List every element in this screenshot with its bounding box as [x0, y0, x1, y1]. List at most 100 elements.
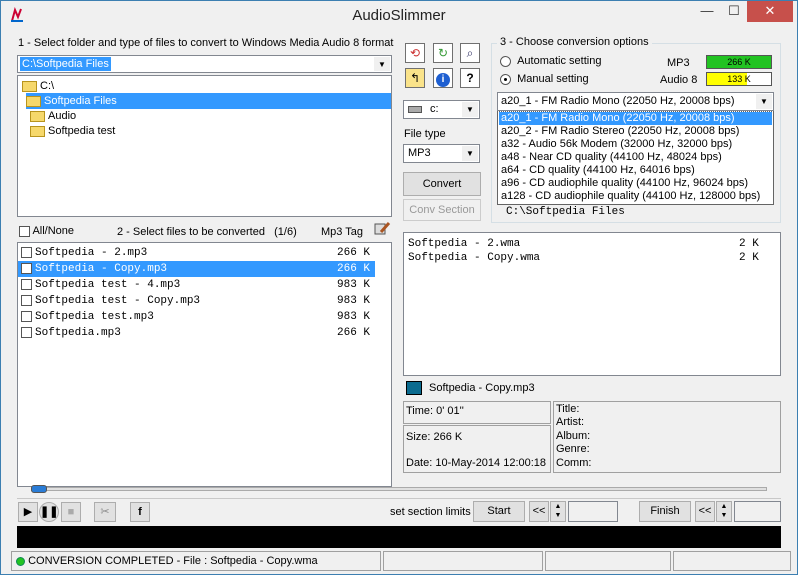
file-size: 983 K — [337, 279, 371, 291]
drive-icon — [408, 106, 422, 113]
dropdown-option[interactable]: a20_1 - FM Radio Mono (22050 Hz, 20008 b… — [498, 111, 773, 126]
window-title: AudioSlimmer — [352, 7, 446, 24]
finish-spinner[interactable]: ▲ ▼ — [716, 501, 732, 522]
help-icon[interactable]: ? — [460, 68, 480, 88]
finish-time-field[interactable] — [734, 501, 781, 522]
tag-comm-label: Comm: — [556, 457, 592, 469]
convert-button[interactable]: Convert — [403, 172, 481, 196]
status-panel-3 — [545, 551, 671, 571]
output-path: C:\Softpedia Files — [506, 206, 625, 218]
manual-label: Manual setting — [517, 73, 589, 85]
pause-button[interactable]: ❚❚ — [39, 502, 59, 522]
status-panel-main: CONVERSION COMPLETED - File : Softpedia … — [11, 551, 381, 571]
file-type-select[interactable]: MP3 ▼ — [403, 144, 480, 163]
dropdown-option[interactable]: a64 - CD quality (44100 Hz, 64016 bps) — [499, 164, 695, 177]
set-section-label: set section limits — [390, 506, 471, 518]
folder-open-icon — [22, 80, 37, 92]
folder-path-select[interactable]: C:\Softpedia Files ▼ — [17, 55, 392, 73]
refresh-icon[interactable]: ⟲ — [405, 43, 425, 63]
tag-album-label: Album: — [556, 430, 591, 442]
output-file-name: Softpedia - 2.wma — [408, 238, 521, 250]
drive-select[interactable]: c: ▼ — [403, 100, 480, 119]
checkbox-icon[interactable] — [21, 278, 32, 290]
checkbox-icon[interactable] — [21, 326, 32, 338]
start-spinner[interactable]: ▲ ▼ — [550, 501, 566, 522]
info-icon[interactable]: i — [433, 68, 453, 88]
dropdown-option[interactable]: a32 - Audio 56k Modem (32000 Hz, 32000 b… — [499, 138, 732, 151]
tag-edit-icon[interactable] — [373, 220, 391, 238]
folder-open-icon — [26, 95, 41, 107]
conv-section-button[interactable]: Conv Section — [403, 199, 481, 221]
close-button[interactable]: ✕ — [747, 1, 793, 22]
file-type-value: MP3 — [408, 147, 431, 159]
conversion-profile-dropdown[interactable]: a20_1 - FM Radio Mono (22050 Hz, 20008 b… — [497, 111, 774, 205]
folder-up-icon[interactable]: ↰ — [405, 68, 425, 88]
folder-tree[interactable]: C:\ Softpedia Files Audio Softpedia test — [17, 75, 392, 217]
audio8-size-bar: 133 K — [706, 72, 772, 86]
section1-label: 1 - Select folder and type of files to c… — [18, 37, 394, 49]
mp3-size-label: MP3 — [667, 57, 690, 69]
output-file-list[interactable]: Softpedia - 2.wma 2 K Softpedia - Copy.wm… — [403, 232, 781, 376]
search-icon[interactable]: ⌕ — [460, 43, 480, 63]
file-row[interactable]: Softpedia test - Copy.mp3 983 K — [18, 293, 391, 309]
status-panel-4 — [673, 551, 791, 571]
seek-track[interactable] — [31, 487, 767, 491]
tree-item-root[interactable]: C:\ — [22, 78, 54, 94]
start-button[interactable]: Start — [473, 501, 525, 522]
checkbox-icon[interactable] — [21, 310, 32, 322]
checkbox-icon[interactable] — [21, 294, 32, 306]
play-button[interactable]: ▶ — [18, 502, 38, 522]
manual-setting-radio[interactable]: Manual setting — [500, 73, 589, 85]
checkbox-icon — [19, 225, 30, 237]
file-size: 266 K — [337, 327, 371, 339]
file-type-label: File type — [404, 128, 446, 140]
info-time: Time: 0' 01'' — [406, 405, 464, 417]
start-rewind-button[interactable]: << — [529, 501, 549, 522]
checkbox-icon[interactable] — [21, 262, 32, 274]
finish-button[interactable]: Finish — [639, 501, 691, 522]
status-led-icon — [16, 556, 25, 566]
finish-rewind-button[interactable]: << — [695, 501, 715, 522]
file-row[interactable]: Softpedia.mp3 266 K — [18, 325, 391, 341]
all-none-label: All/None — [32, 225, 75, 237]
dropdown-option[interactable]: a20_2 - FM Radio Stereo (22050 Hz, 20008… — [499, 125, 739, 138]
file-row-selected[interactable]: Softpedia - Copy.mp3 266 K — [18, 261, 375, 277]
file-list[interactable]: Softpedia - 2.mp3 266 K Softpedia - Copy.… — [17, 242, 392, 487]
start-time-field[interactable] — [568, 501, 618, 522]
tree-item-label: Softpedia Files — [44, 95, 117, 107]
chevron-down-icon[interactable]: ▼ — [462, 102, 478, 117]
tree-item-softpedia-test[interactable]: Softpedia test — [30, 123, 115, 139]
tag-title-label: Title: — [556, 403, 580, 415]
conversion-profile-select[interactable]: a20_1 - FM Radio Mono (22050 Hz, 20008 b… — [497, 92, 774, 111]
tag-info-box: Title: Artist: Album: Genre: Comm: — [553, 401, 781, 473]
output-file-row[interactable]: Softpedia - Copy.wma 2 K — [408, 250, 768, 266]
dropdown-option[interactable]: a48 - Near CD quality (44100 Hz, 48024 b… — [499, 151, 722, 164]
file-row[interactable]: Softpedia - 2.mp3 266 K — [18, 245, 391, 261]
dropdown-option[interactable]: a128 - CD audiophile quality (44100 Hz, … — [499, 190, 760, 203]
visualizer-display — [17, 526, 781, 548]
title-bar: AudioSlimmer — ☐ ✕ — [1, 1, 797, 31]
tree-item-softpedia-files[interactable]: Softpedia Files — [26, 93, 391, 109]
cut-icon[interactable]: ✂ — [94, 502, 116, 522]
automatic-setting-radio[interactable]: Automatic setting — [500, 55, 601, 67]
file-name: Softpedia test - 4.mp3 — [35, 279, 181, 291]
chevron-down-icon[interactable]: ▼ — [756, 94, 772, 109]
sync-icon[interactable]: ↻ — [433, 43, 453, 63]
all-none-checkbox[interactable]: All/None — [19, 225, 74, 237]
radio-icon — [500, 55, 511, 67]
tree-item-audio[interactable]: Audio — [30, 108, 76, 124]
folder-icon — [30, 110, 45, 122]
marker-icon[interactable]: f — [130, 502, 150, 522]
automatic-label: Automatic setting — [517, 55, 602, 67]
chevron-down-icon[interactable]: ▼ — [374, 57, 390, 71]
file-row[interactable]: Softpedia test - 4.mp3 983 K — [18, 277, 391, 293]
seek-thumb[interactable] — [31, 485, 47, 493]
minimize-button[interactable]: — — [693, 1, 721, 22]
file-row[interactable]: Softpedia test.mp3 983 K — [18, 309, 391, 325]
section3-label: 3 - Choose conversion options — [497, 36, 652, 48]
chevron-down-icon[interactable]: ▼ — [462, 146, 478, 161]
dropdown-option[interactable]: a96 - CD audiophile quality (44100 Hz, 9… — [499, 177, 748, 190]
stop-button[interactable]: ■ — [61, 502, 81, 522]
maximize-button[interactable]: ☐ — [721, 1, 747, 22]
checkbox-icon[interactable] — [21, 246, 32, 258]
